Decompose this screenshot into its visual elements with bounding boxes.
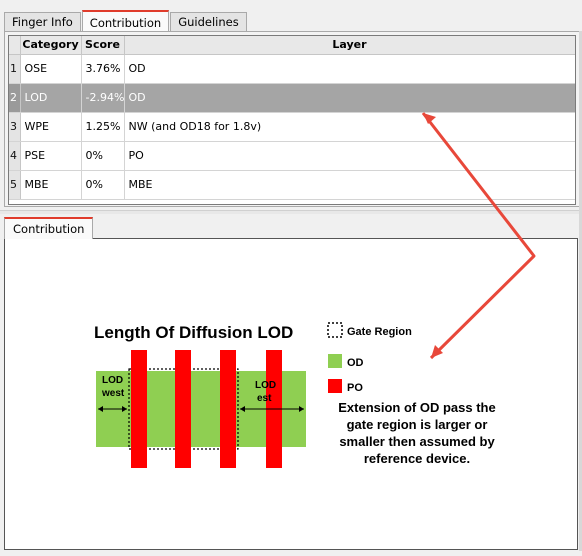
row-number: 4 — [9, 141, 21, 171]
description-line: gate region is larger or — [347, 417, 488, 432]
row-number-header — [9, 36, 21, 55]
score-cell[interactable]: -2.94% — [81, 83, 125, 113]
od-legend-label: OD — [347, 357, 364, 369]
po-gate — [131, 350, 147, 468]
top-tab-bar: Finger Info Contribution Guidelines — [4, 10, 248, 33]
lod-west-label: LOD — [102, 375, 123, 386]
score-cell[interactable]: 1.25% — [81, 112, 125, 142]
row-number: 1 — [9, 54, 21, 84]
score-cell[interactable]: 3.76% — [81, 54, 125, 84]
contribution-table: Category Score Layer 1 OSE 3.76% OD 2 LO… — [8, 35, 576, 205]
lod-est-label: est — [257, 393, 272, 404]
layer-cell[interactable]: MBE — [124, 170, 575, 200]
category-cell[interactable]: MBE — [20, 170, 82, 200]
table-row[interactable]: 1 OSE 3.76% OD — [9, 54, 575, 84]
category-cell[interactable]: WPE — [20, 112, 82, 142]
column-header-score[interactable]: Score — [81, 36, 125, 55]
tab-finger-info[interactable]: Finger Info — [4, 12, 81, 32]
contribution-detail-panel: Length Of Diffusion LOD Gate Region OD P… — [4, 238, 578, 550]
gate-region-legend-swatch — [327, 322, 343, 338]
gate-region-legend-label: Gate Region — [347, 326, 412, 338]
contribution-panel: Category Score Layer 1 OSE 3.76% OD 2 LO… — [4, 31, 580, 207]
row-number: 2 — [9, 83, 21, 113]
panel-splitter[interactable] — [0, 210, 582, 214]
column-header-category[interactable]: Category — [20, 36, 82, 55]
category-cell[interactable]: OSE — [20, 54, 82, 84]
table-row[interactable]: 5 MBE 0% MBE — [9, 170, 575, 200]
category-cell[interactable]: PSE — [20, 141, 82, 171]
row-number: 3 — [9, 112, 21, 142]
tab-contribution-detail[interactable]: Contribution — [4, 217, 94, 239]
diagram-title: Length Of Diffusion LOD — [94, 323, 293, 342]
column-header-layer[interactable]: Layer — [124, 36, 575, 55]
table-row-selected[interactable]: 2 LOD -2.94% OD — [9, 83, 575, 113]
table-row[interactable]: 3 WPE 1.25% NW (and OD18 for 1.8v) — [9, 112, 575, 142]
po-legend-swatch — [328, 379, 342, 393]
layer-cell[interactable]: NW (and OD18 for 1.8v) — [124, 112, 575, 142]
tab-contribution[interactable]: Contribution — [81, 10, 170, 33]
score-cell[interactable]: 0% — [81, 141, 125, 171]
layer-cell[interactable]: PO — [124, 141, 575, 171]
lod-diagram: Length Of Diffusion LOD Gate Region OD P… — [94, 322, 496, 468]
lod-west-label: west — [101, 388, 125, 399]
category-cell[interactable]: LOD — [20, 83, 82, 113]
row-number: 5 — [9, 170, 21, 200]
description-line: smaller then assumed by — [339, 434, 495, 449]
po-gate — [220, 350, 236, 468]
description-line: reference device. — [364, 451, 470, 466]
table-header-row: Category Score Layer — [9, 36, 575, 55]
description-line: Extension of OD pass the — [338, 400, 495, 415]
od-legend-swatch — [328, 354, 342, 368]
score-cell[interactable]: 0% — [81, 170, 125, 200]
tab-guidelines[interactable]: Guidelines — [170, 12, 247, 32]
layer-cell[interactable]: OD — [124, 54, 575, 84]
po-gate — [175, 350, 191, 468]
layer-cell[interactable]: OD — [124, 83, 575, 113]
po-legend-label: PO — [347, 382, 363, 394]
lod-est-label: LOD — [255, 380, 276, 391]
table-row[interactable]: 4 PSE 0% PO — [9, 141, 575, 171]
